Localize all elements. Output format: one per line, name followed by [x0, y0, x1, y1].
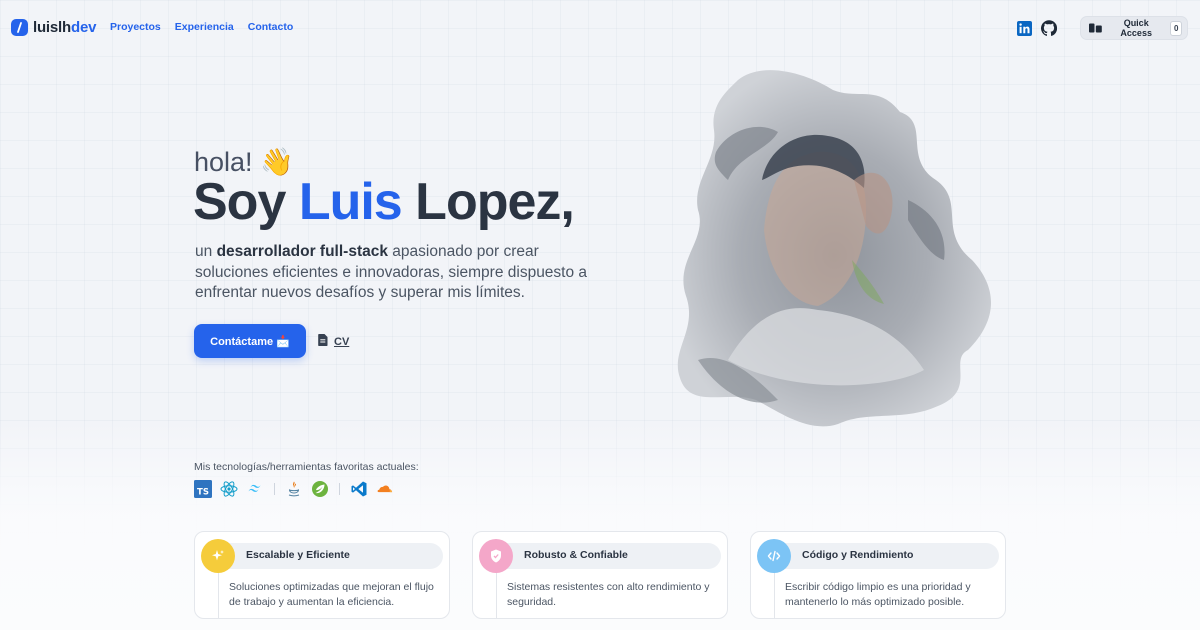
cloudflare-icon [376, 480, 394, 498]
shortcut-key: 0 [1170, 20, 1182, 36]
java-icon [285, 480, 303, 498]
quick-access-button[interactable]: Quick Access 0 [1080, 16, 1188, 40]
github-icon[interactable] [1041, 20, 1057, 36]
document-icon [318, 334, 328, 349]
code-icon [757, 539, 791, 573]
card-title: Escalable y Eficiente [246, 549, 350, 561]
card-title: Robusto & Confiable [524, 549, 628, 561]
vscode-icon [350, 480, 368, 498]
react-icon [220, 480, 238, 498]
tech-icons: TS [194, 480, 394, 498]
profile-photo [668, 60, 1008, 432]
tailwind-icon [246, 480, 264, 498]
spring-icon [311, 480, 329, 498]
nav-experiencia[interactable]: Experiencia [175, 21, 234, 33]
page-title: Soy Luis Lopez, [193, 173, 575, 231]
site-header: luislhdev Proyectos Experiencia Contacto… [0, 0, 1200, 56]
shield-icon [479, 539, 513, 573]
tech-label: Mis tecnologías/herramientas favoritas a… [194, 461, 419, 473]
feature-card-code: Código y Rendimiento Escribir código lim… [750, 531, 1006, 619]
logo[interactable]: luislhdev [11, 19, 96, 36]
card-text: Escribir código limpio es una prioridad … [785, 581, 971, 608]
cv-label: CV [334, 335, 350, 348]
nav-contacto[interactable]: Contacto [248, 21, 294, 33]
command-icon [1089, 21, 1102, 36]
nav-proyectos[interactable]: Proyectos [110, 21, 161, 33]
svg-text:TS: TS [197, 488, 209, 498]
separator [339, 483, 340, 495]
feature-card-scalable: Escalable y Eficiente Soluciones optimiz… [194, 531, 450, 619]
typescript-icon: TS [194, 480, 212, 498]
feature-card-robust: Robusto & Confiable Sistemas resistentes… [472, 531, 728, 619]
card-text: Soluciones optimizadas que mejoran el fl… [229, 581, 434, 608]
bio-text: un desarrollador full-stack apasionado p… [195, 243, 588, 301]
logo-text: luislhdev [33, 19, 97, 36]
logo-mark-icon [11, 19, 28, 36]
linkedin-icon[interactable] [1016, 20, 1032, 36]
divider [774, 572, 775, 618]
separator [274, 483, 275, 495]
divider [496, 572, 497, 618]
main-nav: Proyectos Experiencia Contacto [110, 21, 293, 33]
quick-access-label: Quick Access [1120, 18, 1152, 38]
sparkle-icon [201, 539, 235, 573]
cv-button[interactable]: CV [318, 334, 349, 349]
card-title: Código y Rendimiento [802, 549, 914, 561]
contact-button[interactable]: Contáctame 📩 [194, 324, 306, 358]
divider [218, 572, 219, 618]
card-text: Sistemas resistentes con alto rendimient… [507, 581, 710, 608]
